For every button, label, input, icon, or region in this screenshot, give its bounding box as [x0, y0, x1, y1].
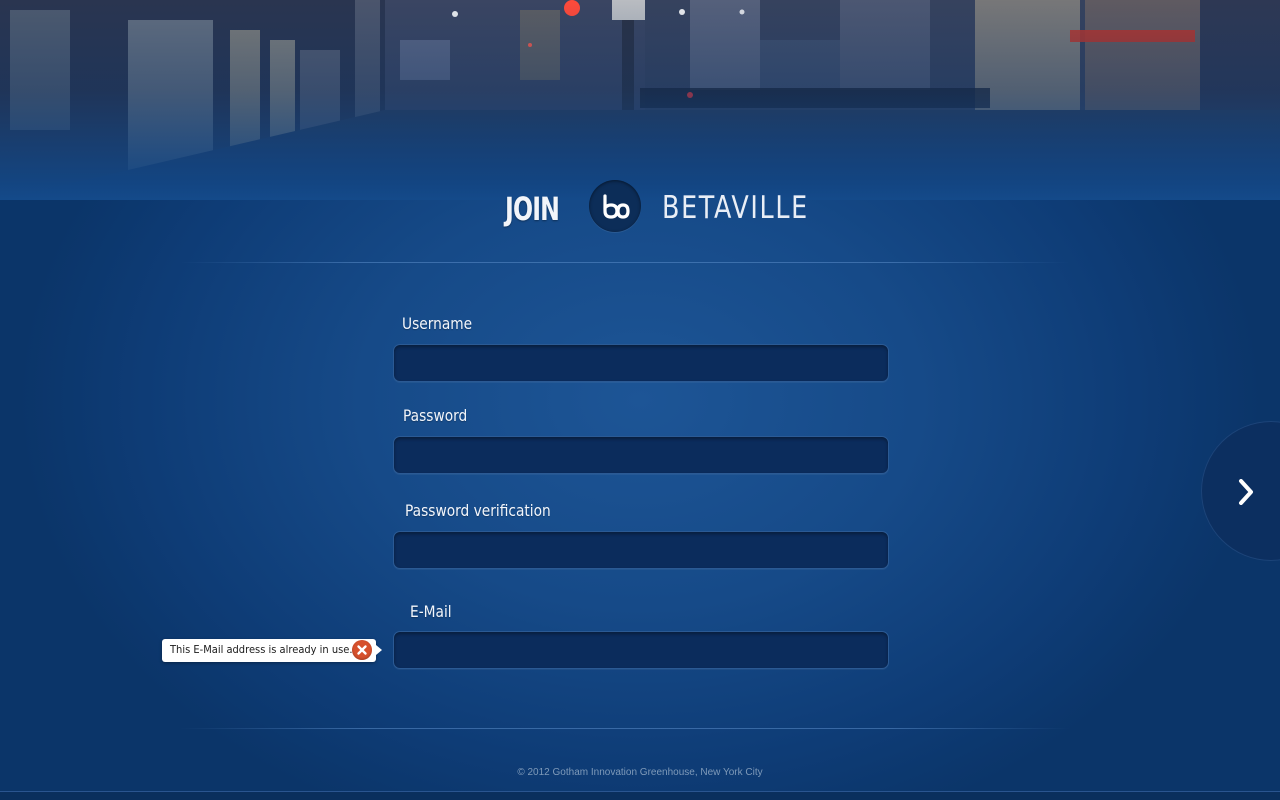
- password-input[interactable]: [393, 436, 889, 474]
- username-input[interactable]: [393, 344, 889, 382]
- city-street-photo: [0, 0, 1280, 200]
- footer-divider: [180, 728, 1070, 729]
- email-error-message: This E-Mail address is already in use.: [170, 643, 353, 656]
- page-header: JOIN BETAVILLE: [0, 178, 1280, 238]
- password-label: Password: [403, 406, 468, 425]
- copyright-text: © 2012 Gotham Innovation Greenhouse, New…: [517, 767, 763, 778]
- footer-edge: [0, 791, 1280, 800]
- city-street-illustration: [0, 0, 1280, 200]
- email-label: E-Mail: [410, 602, 452, 621]
- next-button[interactable]: [1201, 421, 1280, 561]
- betaville-logo-icon: [589, 180, 641, 232]
- chevron-right-icon: [1239, 479, 1253, 505]
- error-close-icon[interactable]: [352, 640, 372, 660]
- header-divider: [180, 262, 1070, 263]
- username-label: Username: [402, 314, 473, 333]
- brand-name: BETAVILLE: [662, 190, 809, 226]
- password-verification-label: Password verification: [405, 501, 551, 520]
- password-verification-input[interactable]: [393, 531, 889, 569]
- join-heading: JOIN: [505, 190, 560, 228]
- email-error-tooltip: This E-Mail address is already in use.: [162, 639, 382, 662]
- email-input[interactable]: [393, 631, 889, 669]
